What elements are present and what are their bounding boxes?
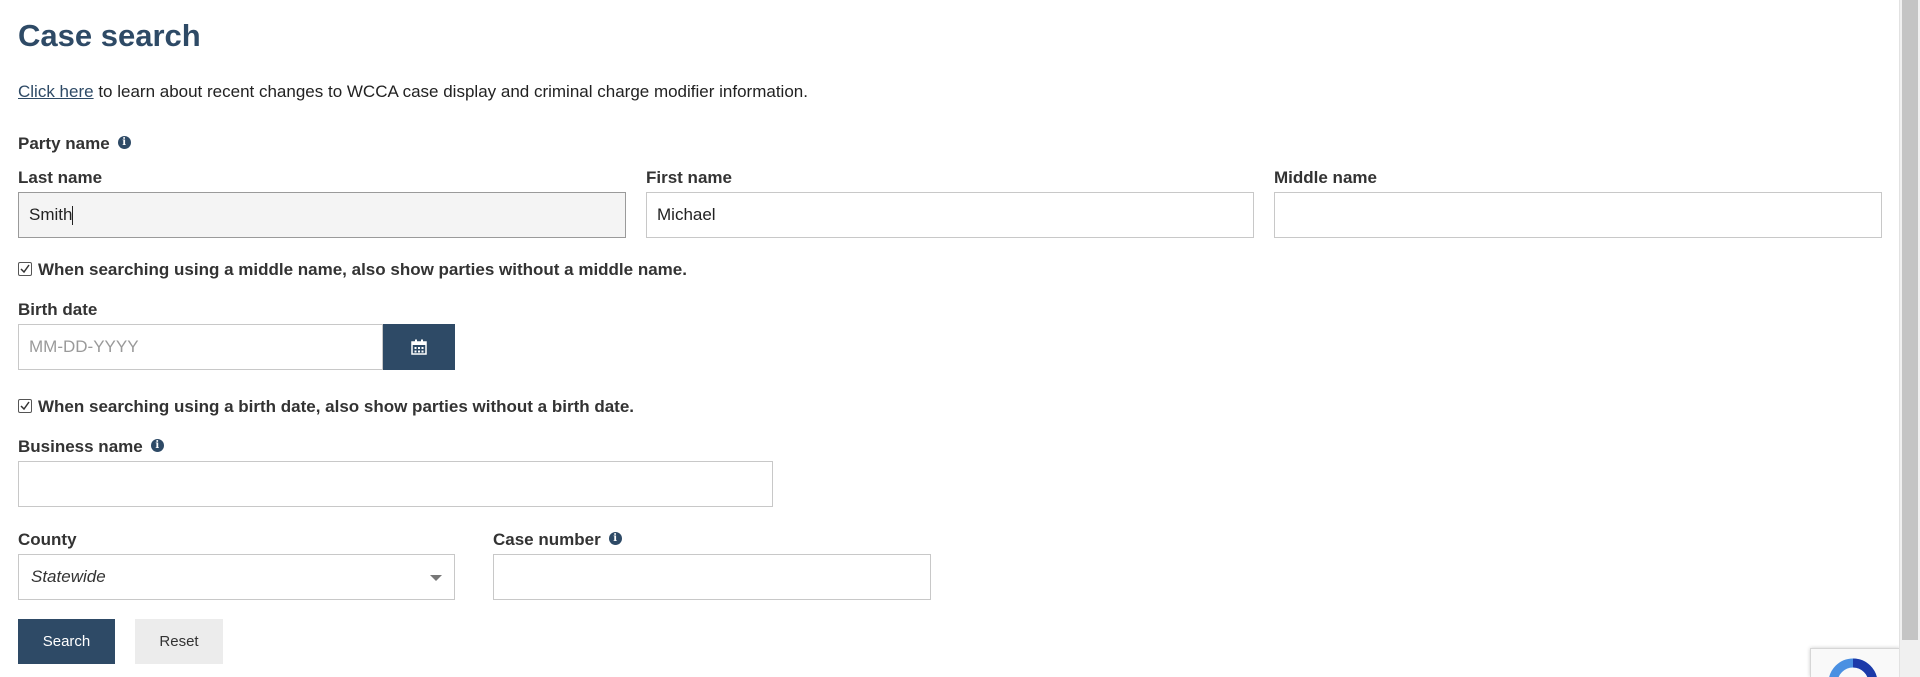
recaptcha-icon: [1829, 658, 1877, 677]
birth-date-label: Birth date: [18, 300, 98, 319]
county-selected-value: Statewide: [31, 567, 106, 586]
party-name-label: Party name: [18, 134, 110, 153]
last-name-label: Last name: [18, 168, 103, 187]
first-name-input[interactable]: Michael: [646, 192, 1254, 238]
middle-name-label: Middle name: [1274, 168, 1377, 187]
business-name-label: Business name: [18, 437, 143, 456]
calendar-button[interactable]: [383, 324, 455, 370]
birth-date-checkbox-row[interactable]: When searching using a birth date, also …: [18, 397, 634, 417]
calendar-icon: [411, 339, 427, 355]
click-here-link[interactable]: Click here: [18, 82, 94, 101]
info-icon[interactable]: i: [150, 439, 164, 453]
page-title: Case search: [18, 18, 201, 53]
middle-name-checkbox-label: When searching using a middle name, also…: [38, 260, 687, 279]
business-name-heading: Business name i: [18, 437, 164, 457]
case-number-input[interactable]: [493, 554, 931, 600]
middle-name-input[interactable]: [1274, 192, 1882, 238]
recaptcha-badge[interactable]: [1810, 648, 1900, 677]
page-scrollbar[interactable]: [1899, 0, 1920, 677]
birth-date-checkbox-label: When searching using a birth date, also …: [38, 397, 635, 416]
checkmark-icon: [20, 264, 30, 273]
case-search-page: Case search Click here to learn about re…: [0, 0, 1920, 677]
business-name-input[interactable]: [18, 461, 773, 507]
county-label: County: [18, 530, 77, 549]
intro-text: Click here to learn about recent changes…: [18, 82, 808, 102]
search-button[interactable]: Search: [18, 619, 115, 664]
info-icon[interactable]: i: [608, 532, 622, 546]
case-number-heading: Case number i: [493, 530, 622, 550]
scrollbar-thumb[interactable]: [1902, 0, 1918, 640]
text-cursor: [72, 206, 74, 226]
county-select[interactable]: Statewide: [18, 554, 455, 600]
checkmark-icon: [20, 401, 30, 410]
chevron-down-icon: [430, 575, 442, 581]
last-name-value: Smith: [29, 205, 73, 224]
party-name-heading: Party name i: [18, 134, 131, 154]
reset-button[interactable]: Reset: [135, 619, 223, 664]
info-icon[interactable]: i: [117, 136, 131, 150]
middle-name-checkbox[interactable]: [18, 261, 32, 276]
middle-name-checkbox-row[interactable]: When searching using a middle name, also…: [18, 260, 687, 280]
last-name-input[interactable]: Smith: [18, 192, 626, 238]
intro-description: to learn about recent changes to WCCA ca…: [93, 82, 808, 101]
first-name-label: First name: [646, 168, 732, 187]
case-number-label: Case number: [493, 530, 601, 549]
birth-date-input[interactable]: MM-DD-YYYY: [18, 324, 383, 370]
birth-date-checkbox[interactable]: [18, 398, 32, 413]
